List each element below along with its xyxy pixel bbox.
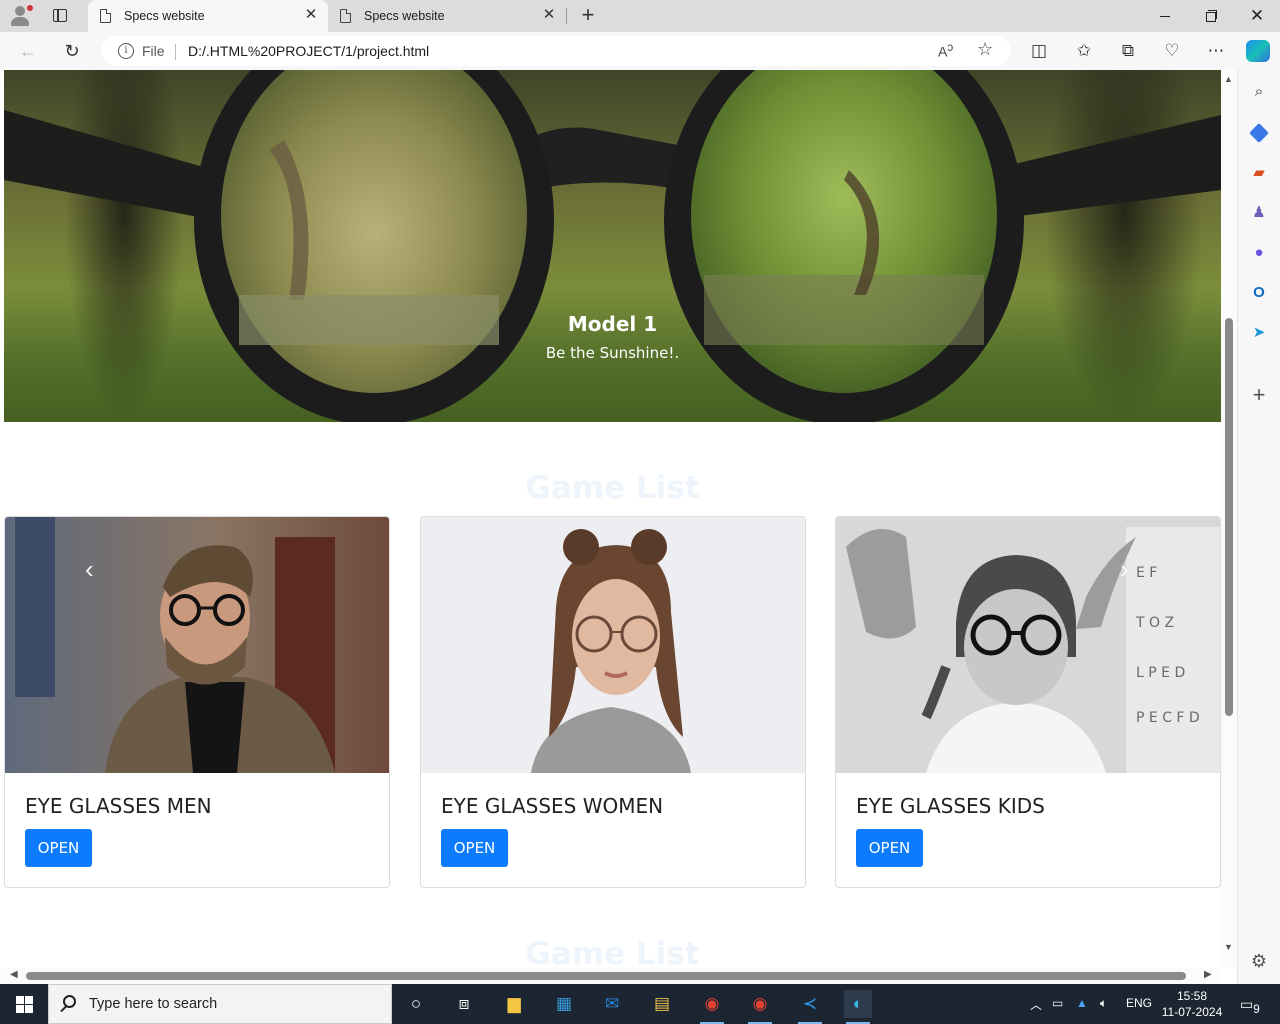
edge-sidebar: ⌕ ▰ ♟ ● O ➤ + ⚙ <box>1237 70 1280 984</box>
card-eye-glasses-kids: E FT O ZL P E DP E C F D EYE GLASSES KID… <box>835 516 1221 888</box>
restore-button[interactable] <box>1188 0 1234 32</box>
show-hidden-icons[interactable]: ︿ <box>1030 996 1042 1013</box>
notification-icon[interactable]: ▭9 <box>1240 996 1260 1016</box>
notepad-icon[interactable]: ▤ <box>648 990 676 1018</box>
svg-text:P E C F D: P E C F D <box>1136 710 1200 726</box>
hero-caption-title: Model 1 <box>567 312 658 336</box>
edge-icon[interactable]: ◐ <box>844 990 872 1024</box>
tag-icon[interactable] <box>1249 123 1269 143</box>
vertical-scrollbar[interactable]: ▲ ▼ <box>1221 70 1237 968</box>
browser-essentials-icon[interactable]: ♡ <box>1160 40 1184 62</box>
open-button[interactable]: OPEN <box>441 829 508 867</box>
card-image-men <box>5 517 389 773</box>
tab-strip: Specs website ✕ Specs website ✕ + ✕ <box>0 0 1280 32</box>
mail-icon[interactable]: ✉ <box>598 990 626 1018</box>
scroll-right-icon[interactable]: ▶ <box>1204 969 1212 980</box>
card-title: EYE GLASSES MEN <box>25 794 212 818</box>
reload-button[interactable]: ↻ <box>58 38 86 64</box>
copilot-icon[interactable]: ● <box>1248 242 1270 264</box>
clock[interactable]: 15:58 11-07-2024 <box>1158 988 1226 1020</box>
scroll-thumb[interactable] <box>1225 318 1233 716</box>
outlook-icon[interactable]: O <box>1248 282 1270 304</box>
tab-divider <box>566 8 567 24</box>
network-icon[interactable]: ▭ <box>1052 996 1063 1010</box>
task-view-icon[interactable]: ⧈ <box>450 990 478 1018</box>
close-window-button[interactable]: ✕ <box>1234 0 1280 32</box>
tab-title: Specs website <box>124 9 205 23</box>
split-screen-icon[interactable]: ◫ <box>1027 40 1051 62</box>
copilot-icon[interactable] <box>1246 40 1270 62</box>
file-explorer-icon[interactable]: ▆ <box>500 990 528 1018</box>
hero-carousel: Model 1 Be the Sunshine!. <box>4 70 1221 422</box>
tab-specs-website-1[interactable]: Specs website ✕ <box>88 0 328 32</box>
taskbar-search[interactable]: Type here to search <box>48 984 392 1024</box>
card-title: EYE GLASSES WOMEN <box>441 794 664 818</box>
search-icon <box>63 995 76 1008</box>
page-icon <box>100 9 111 23</box>
start-button[interactable] <box>0 984 48 1024</box>
cortana-icon[interactable]: ○ <box>402 990 430 1018</box>
profile-icon[interactable] <box>8 4 34 28</box>
section-title-2: Game List <box>525 936 700 972</box>
open-button[interactable]: OPEN <box>856 829 923 867</box>
notification-count: 9 <box>1253 1002 1260 1016</box>
page-viewport: Model 1 Be the Sunshine!. Game List EYE … <box>0 70 1237 984</box>
card-eye-glasses-women: EYE GLASSES WOMEN OPEN <box>420 516 806 888</box>
close-tab-icon[interactable]: ✕ <box>304 7 318 22</box>
chrome-icon[interactable]: ◉ <box>698 990 726 1024</box>
briefcase-icon[interactable]: ▰ <box>1248 162 1270 184</box>
svg-text:T O Z: T O Z <box>1135 615 1174 631</box>
address-bar[interactable]: i File D:/.HTML%20PROJECT/1/project.html… <box>101 36 1011 66</box>
collections-icon[interactable]: ⧉ <box>1116 40 1140 62</box>
more-options-icon[interactable]: ⋯ <box>1204 40 1228 62</box>
add-icon[interactable]: + <box>1248 384 1270 406</box>
search-icon[interactable]: ⌕ <box>1248 81 1270 103</box>
close-tab-icon[interactable]: ✕ <box>542 7 556 22</box>
store-icon[interactable]: ▦ <box>550 990 578 1018</box>
carousel-prev-icon[interactable]: ‹ <box>85 556 107 582</box>
send-icon[interactable]: ➤ <box>1248 322 1270 344</box>
favorite-star-icon[interactable]: ☆ <box>977 39 993 60</box>
scroll-down-icon[interactable]: ▼ <box>1224 942 1233 952</box>
vscode-icon[interactable]: ≺ <box>796 990 824 1024</box>
tab-specs-website-2[interactable]: Specs website ✕ <box>328 0 566 32</box>
volume-icon[interactable]: 🔈︎ <box>1100 996 1107 1011</box>
info-icon[interactable]: i <box>118 43 134 59</box>
scroll-left-icon[interactable]: ◀ <box>10 969 18 980</box>
language-indicator[interactable]: ENG <box>1126 996 1152 1010</box>
navigation-bar: ← ↻ i File D:/.HTML%20PROJECT/1/project.… <box>0 32 1280 70</box>
address-divider <box>175 44 176 60</box>
favorites-icon[interactable]: ✩ <box>1072 40 1096 62</box>
minimize-button[interactable] <box>1142 0 1188 32</box>
card-image-women <box>421 517 805 773</box>
back-button[interactable]: ← <box>14 38 42 64</box>
hero-caption-text: Be the Sunshine!. <box>545 344 680 362</box>
date: 11-07-2024 <box>1161 1005 1223 1019</box>
carousel-next-icon[interactable]: › <box>1120 556 1142 582</box>
azure-icon[interactable]: ▲ <box>1076 996 1088 1010</box>
svg-text:L P E D: L P E D <box>1136 665 1185 681</box>
tab-title: Specs website <box>364 9 445 23</box>
windows-taskbar: Type here to search ○ ⧈ ▆ ▦ ✉ ▤ ◉ ◉ ≺ ◐ … <box>0 984 1280 1024</box>
section-title: Game List <box>525 470 700 506</box>
search-placeholder: Type here to search <box>89 996 218 1012</box>
card-eye-glasses-men: EYE GLASSES MEN OPEN <box>4 516 390 888</box>
scroll-thumb-horizontal[interactable] <box>26 972 1186 980</box>
settings-icon[interactable]: ⚙ <box>1248 950 1270 972</box>
url-text[interactable]: D:/.HTML%20PROJECT/1/project.html <box>188 43 429 59</box>
eyeglasses-image <box>4 70 1221 422</box>
scheme-label: File <box>142 43 165 59</box>
new-tab-button[interactable]: + <box>576 4 600 28</box>
page-icon <box>340 9 351 23</box>
time: 15:58 <box>1176 989 1208 1003</box>
open-button[interactable]: OPEN <box>25 829 92 867</box>
card-image-kids: E FT O ZL P E DP E C F D <box>836 517 1220 773</box>
scroll-up-icon[interactable]: ▲ <box>1224 74 1233 84</box>
games-icon[interactable]: ♟ <box>1248 202 1270 224</box>
read-aloud-icon[interactable]: Aↄ <box>938 41 953 60</box>
card-title: EYE GLASSES KIDS <box>856 794 1045 818</box>
chrome-profile-icon[interactable]: ◉ <box>746 990 774 1024</box>
horizontal-scrollbar[interactable]: ◀ ▶ <box>0 968 1221 984</box>
tab-actions-icon[interactable] <box>48 5 72 27</box>
